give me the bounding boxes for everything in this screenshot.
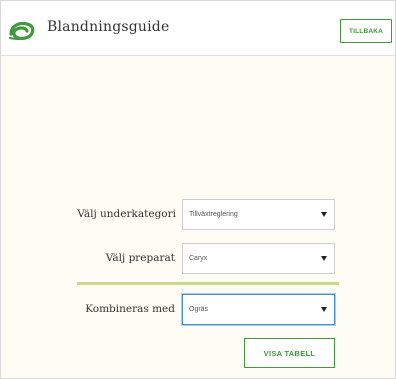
subcategory-label: Välj underkategori [77, 208, 176, 220]
page-title: Blandningsguide [47, 19, 170, 35]
section-divider [77, 282, 339, 285]
show-table-button[interactable]: VISA TABELL [244, 338, 335, 368]
subcategory-value: Tillväxtreglering [189, 211, 238, 218]
caret-down-icon [321, 307, 327, 312]
product-label: Välj preparat [105, 252, 175, 264]
combine-value: Ogräs [189, 306, 209, 313]
app-window: Blandningsguide TILLBAKA Välj underkateg… [0, 0, 396, 379]
subcategory-select[interactable]: Tillväxtreglering [182, 199, 335, 230]
product-value: Caryx [189, 255, 208, 262]
leaf-swirl-icon [9, 21, 35, 40]
product-select[interactable]: Caryx [182, 243, 335, 274]
combine-label: Kombineras med [85, 303, 175, 315]
app-header: Blandningsguide TILLBAKA [1, 1, 395, 56]
back-button[interactable]: TILLBAKA [340, 19, 392, 43]
caret-down-icon [321, 256, 327, 261]
caret-down-icon [321, 212, 327, 217]
combine-select[interactable]: Ogräs [182, 294, 335, 325]
